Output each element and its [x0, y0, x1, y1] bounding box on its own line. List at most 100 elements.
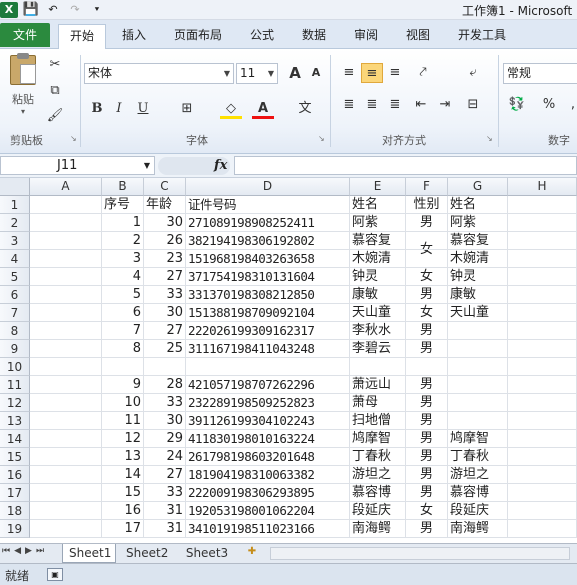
cell-a17[interactable]: [30, 484, 102, 502]
cell-a1[interactable]: [30, 196, 102, 214]
cell-c8[interactable]: 27: [144, 322, 186, 340]
save-icon[interactable]: 💾: [22, 2, 40, 18]
row-header[interactable]: 2: [0, 214, 30, 232]
wrap-text-icon[interactable]: ⤶: [462, 63, 484, 83]
tab-home[interactable]: 开始: [58, 24, 106, 50]
cell-a11[interactable]: [30, 376, 102, 394]
cell-c18[interactable]: 31: [144, 502, 186, 520]
shrink-font-icon[interactable]: A: [305, 63, 327, 83]
tab-insert[interactable]: 插入: [116, 24, 152, 49]
column-header-b[interactable]: B: [102, 178, 144, 196]
cell-f7[interactable]: 女: [406, 304, 448, 322]
font-size-combo[interactable]: 11 ▼: [236, 63, 278, 84]
row-header[interactable]: 7: [0, 304, 30, 322]
cell-h8[interactable]: [508, 322, 577, 340]
row-header[interactable]: 3: [0, 232, 30, 250]
cell-b8[interactable]: 7: [102, 322, 144, 340]
cell-h9[interactable]: [508, 340, 577, 358]
cell-g18[interactable]: 段延庆: [448, 502, 508, 520]
cell-g7[interactable]: 天山童: [448, 304, 508, 322]
cell-a12[interactable]: [30, 394, 102, 412]
cell-d10[interactable]: [186, 358, 350, 376]
cell-f17[interactable]: 男: [406, 484, 448, 502]
tab-formulas[interactable]: 公式: [244, 24, 280, 49]
cell-d1[interactable]: 证件号码: [186, 196, 350, 214]
cell-g15[interactable]: 丁春秋: [448, 448, 508, 466]
row-header[interactable]: 18: [0, 502, 30, 520]
cell-g3[interactable]: 慕容复: [448, 232, 508, 250]
cell-b6[interactable]: 5: [102, 286, 144, 304]
cell-d14[interactable]: 411830198010163224: [186, 430, 350, 448]
cell-h19[interactable]: [508, 520, 577, 538]
grow-font-icon[interactable]: A: [284, 63, 306, 83]
cell-a3[interactable]: [30, 232, 102, 250]
insert-sheet-icon[interactable]: ✚: [243, 546, 261, 560]
cell-d8[interactable]: 222026199309162317: [186, 322, 350, 340]
row-header[interactable]: 5: [0, 268, 30, 286]
cell-f14[interactable]: 男: [406, 430, 448, 448]
column-header-h[interactable]: H: [508, 178, 577, 196]
percent-icon[interactable]: %: [538, 95, 560, 115]
cell-b3[interactable]: 2: [102, 232, 144, 250]
clipboard-launcher-icon[interactable]: ↘: [70, 134, 77, 143]
cell-d15[interactable]: 261798198603201648: [186, 448, 350, 466]
align-bottom-icon[interactable]: ≡: [384, 63, 406, 83]
cell-g17[interactable]: 慕容博: [448, 484, 508, 502]
cell-g9[interactable]: [448, 340, 508, 358]
column-header-d[interactable]: D: [186, 178, 350, 196]
cell-h2[interactable]: [508, 214, 577, 232]
cell-b15[interactable]: 13: [102, 448, 144, 466]
cell-g5[interactable]: 钟灵: [448, 268, 508, 286]
cell-c3[interactable]: 26: [144, 232, 186, 250]
column-header-g[interactable]: G: [448, 178, 508, 196]
cell-g6[interactable]: 康敏: [448, 286, 508, 304]
alignment-launcher-icon[interactable]: ↘: [486, 134, 493, 143]
cell-g11[interactable]: [448, 376, 508, 394]
tab-data[interactable]: 数据: [296, 24, 332, 49]
cell-e15[interactable]: 丁春秋: [350, 448, 406, 466]
row-header[interactable]: 8: [0, 322, 30, 340]
cell-a10[interactable]: [30, 358, 102, 376]
cell-g19[interactable]: 南海鳄: [448, 520, 508, 538]
cell-b9[interactable]: 8: [102, 340, 144, 358]
cell-c10[interactable]: [144, 358, 186, 376]
column-header-c[interactable]: C: [144, 178, 186, 196]
cell-b18[interactable]: 16: [102, 502, 144, 520]
cell-c16[interactable]: 27: [144, 466, 186, 484]
cell-a9[interactable]: [30, 340, 102, 358]
row-header[interactable]: 11: [0, 376, 30, 394]
name-box[interactable]: J11 ▼: [0, 156, 155, 175]
cell-c7[interactable]: 30: [144, 304, 186, 322]
cell-g10[interactable]: [448, 358, 508, 376]
tab-developer[interactable]: 开发工具: [452, 24, 512, 49]
cell-b16[interactable]: 14: [102, 466, 144, 484]
font-name-combo[interactable]: 宋体 ▼: [84, 63, 234, 84]
cell-g14[interactable]: 鸠摩智: [448, 430, 508, 448]
cell-c15[interactable]: 24: [144, 448, 186, 466]
sheet-tab-sheet1[interactable]: Sheet1: [62, 544, 116, 563]
align-top-icon[interactable]: ≡: [338, 63, 360, 83]
row-header[interactable]: 14: [0, 430, 30, 448]
cell-f13[interactable]: 男: [406, 412, 448, 430]
bold-button[interactable]: B: [86, 99, 108, 119]
cell-e18[interactable]: 段延庆: [350, 502, 406, 520]
cell-g8[interactable]: [448, 322, 508, 340]
cell-e8[interactable]: 李秋水: [350, 322, 406, 340]
cell-e9[interactable]: 李碧云: [350, 340, 406, 358]
cell-d12[interactable]: 232289198509252823: [186, 394, 350, 412]
cell-f16[interactable]: 男: [406, 466, 448, 484]
row-header[interactable]: 1: [0, 196, 30, 214]
cell-d5[interactable]: 371754198310131604: [186, 268, 350, 286]
cell-c14[interactable]: 29: [144, 430, 186, 448]
column-header-f[interactable]: F: [406, 178, 448, 196]
cell-h16[interactable]: [508, 466, 577, 484]
paste-button[interactable]: 粘贴 ▾: [6, 53, 40, 116]
cell-h14[interactable]: [508, 430, 577, 448]
cell-e14[interactable]: 鸠摩智: [350, 430, 406, 448]
cell-g1[interactable]: 姓名: [448, 196, 508, 214]
align-right-icon[interactable]: ≣: [384, 95, 406, 115]
sheet-tab-sheet3[interactable]: Sheet3: [178, 544, 236, 563]
undo-icon[interactable]: ↶: [44, 2, 62, 18]
cell-e7[interactable]: 天山童: [350, 304, 406, 322]
customize-qat-icon[interactable]: ⯆: [88, 2, 106, 18]
